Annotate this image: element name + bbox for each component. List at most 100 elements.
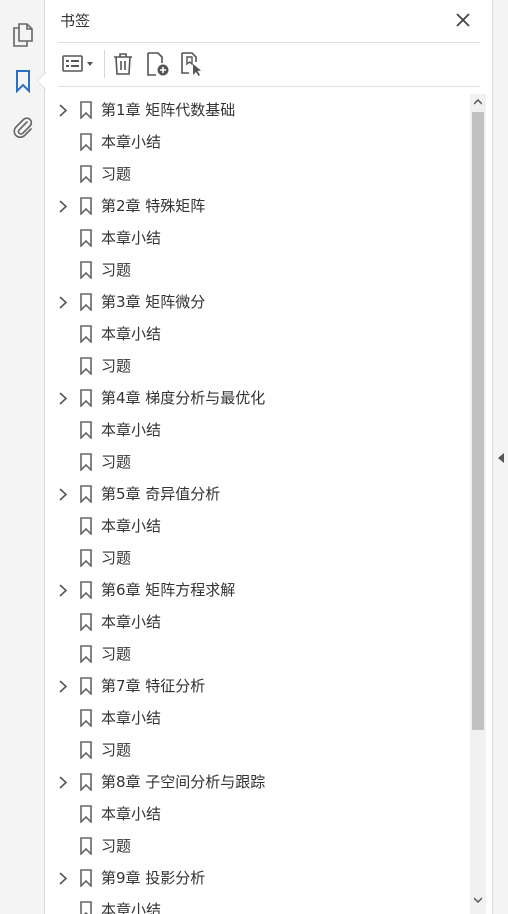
bookmark-icon bbox=[79, 197, 93, 216]
bookmark-icon bbox=[79, 133, 93, 152]
bookmark-icon bbox=[79, 101, 93, 120]
chevron-right-icon[interactable] bbox=[56, 198, 70, 214]
bookmark-label: 本章小结 bbox=[101, 901, 162, 914]
scroll-up-button[interactable] bbox=[470, 94, 486, 110]
close-icon bbox=[456, 13, 470, 27]
panel-title: 书签 bbox=[60, 12, 91, 30]
bookmark-icon bbox=[79, 709, 93, 728]
triangle-left-icon bbox=[498, 453, 504, 463]
bookmark-row[interactable]: 本章小结 bbox=[46, 414, 470, 446]
chevron-right-icon[interactable] bbox=[56, 102, 70, 118]
bookmark-icon bbox=[79, 389, 93, 408]
chevron-right-icon[interactable] bbox=[56, 774, 70, 790]
bookmark-label: 本章小结 bbox=[101, 133, 162, 151]
bookmark-row[interactable]: 习题 bbox=[46, 638, 470, 670]
delete-bookmark-button[interactable] bbox=[110, 49, 136, 79]
bookmark-from-selection-icon bbox=[181, 52, 201, 76]
chevron-right-icon[interactable] bbox=[56, 582, 70, 598]
new-bookmark-button[interactable] bbox=[144, 49, 172, 79]
bookmark-label: 第5章 奇异值分析 bbox=[101, 485, 221, 503]
bookmark-label: 本章小结 bbox=[101, 421, 162, 439]
bookmark-row[interactable]: 习题 bbox=[46, 446, 470, 478]
bookmark-label: 本章小结 bbox=[101, 709, 162, 727]
toolbar-divider bbox=[104, 50, 105, 78]
bookmark-row[interactable]: 本章小结 bbox=[46, 894, 470, 914]
bookmark-row[interactable]: 习题 bbox=[46, 830, 470, 862]
bookmark-row[interactable]: 第8章 子空间分析与跟踪 bbox=[46, 766, 470, 798]
bookmark-from-selection-button[interactable] bbox=[178, 49, 206, 79]
bookmark-label: 第8章 子空间分析与跟踪 bbox=[101, 773, 266, 791]
new-bookmark-icon bbox=[147, 52, 169, 76]
bookmark-icon bbox=[79, 869, 93, 888]
bookmark-label: 习题 bbox=[101, 837, 132, 855]
bookmarks-panel: 书签 第1章 矩阵代数基础 本章小结 习题 第2章 特殊矩阵 本章小结 习题 第… bbox=[46, 0, 492, 914]
bookmark-row[interactable]: 习题 bbox=[46, 350, 470, 382]
bookmark-row[interactable]: 本章小结 bbox=[46, 126, 470, 158]
scrollbar-thumb[interactable] bbox=[472, 112, 484, 730]
bookmark-row[interactable]: 第3章 矩阵微分 bbox=[46, 286, 470, 318]
bookmark-row[interactable]: 习题 bbox=[46, 254, 470, 286]
bookmark-icon bbox=[79, 261, 93, 280]
bookmark-row[interactable]: 本章小结 bbox=[46, 510, 470, 542]
bookmark-row[interactable]: 第7章 特征分析 bbox=[46, 670, 470, 702]
bookmark-list: 第1章 矩阵代数基础 本章小结 习题 第2章 特殊矩阵 本章小结 习题 第3章 矩阵微分 本章… bbox=[46, 94, 470, 914]
bookmark-icon bbox=[79, 485, 93, 504]
bookmark-row[interactable]: 第5章 奇异值分析 bbox=[46, 478, 470, 510]
bookmark-icon bbox=[79, 677, 93, 696]
pages-icon[interactable] bbox=[9, 21, 37, 49]
bookmark-row[interactable]: 本章小结 bbox=[46, 318, 470, 350]
bookmark-row[interactable]: 本章小结 bbox=[46, 702, 470, 734]
bookmark-icon bbox=[79, 453, 93, 472]
bookmark-label: 习题 bbox=[101, 453, 132, 471]
bookmark-label: 习题 bbox=[101, 261, 132, 279]
bookmark-row[interactable]: 本章小结 bbox=[46, 222, 470, 254]
bookmark-row[interactable]: 第9章 投影分析 bbox=[46, 862, 470, 894]
chevron-right-icon[interactable] bbox=[56, 678, 70, 694]
bookmark-row[interactable]: 习题 bbox=[46, 158, 470, 190]
bookmark-icon bbox=[79, 357, 93, 376]
bookmark-icon bbox=[79, 325, 93, 344]
scroll-down-button[interactable] bbox=[470, 892, 486, 908]
bookmark-row[interactable]: 习题 bbox=[46, 542, 470, 574]
bookmark-row[interactable]: 第6章 矩阵方程求解 bbox=[46, 574, 470, 606]
bookmark-label: 本章小结 bbox=[101, 517, 162, 535]
bookmark-label: 第9章 投影分析 bbox=[101, 869, 206, 887]
bookmark-label: 习题 bbox=[101, 549, 132, 567]
bookmark-label: 第7章 特征分析 bbox=[101, 677, 206, 695]
bookmark-icon bbox=[79, 421, 93, 440]
scrollbar[interactable] bbox=[470, 94, 486, 914]
bookmark-row[interactable]: 第2章 特殊矩阵 bbox=[46, 190, 470, 222]
bookmark-label: 本章小结 bbox=[101, 613, 162, 631]
attachment-icon[interactable] bbox=[9, 113, 37, 141]
bookmark-icon[interactable] bbox=[9, 67, 37, 95]
chevron-right-icon[interactable] bbox=[56, 486, 70, 502]
bookmark-row[interactable]: 本章小结 bbox=[46, 606, 470, 638]
collapse-panel-button[interactable] bbox=[496, 450, 506, 466]
bookmark-row[interactable]: 习题 bbox=[46, 734, 470, 766]
bookmark-label: 第2章 特殊矩阵 bbox=[101, 197, 206, 215]
bookmark-icon bbox=[79, 517, 93, 536]
bookmark-label: 第3章 矩阵微分 bbox=[101, 293, 206, 311]
tool-rail bbox=[0, 0, 45, 914]
bookmark-icon bbox=[79, 165, 93, 184]
bookmark-label: 第4章 梯度分析与最优化 bbox=[101, 389, 266, 407]
options-menu-button[interactable] bbox=[58, 49, 98, 79]
bookmark-icon bbox=[79, 645, 93, 664]
options-menu-icon bbox=[62, 55, 93, 72]
close-panel-button[interactable] bbox=[452, 9, 474, 31]
bookmark-label: 习题 bbox=[101, 165, 132, 183]
bookmark-row[interactable]: 本章小结 bbox=[46, 798, 470, 830]
active-pointer bbox=[38, 73, 46, 89]
chevron-right-icon[interactable] bbox=[56, 294, 70, 310]
delete-icon bbox=[114, 53, 132, 75]
bookmark-icon bbox=[79, 581, 93, 600]
chevron-right-icon[interactable] bbox=[56, 390, 70, 406]
bookmark-row[interactable]: 第4章 梯度分析与最优化 bbox=[46, 382, 470, 414]
bookmark-icon bbox=[79, 613, 93, 632]
right-collapse-strip bbox=[492, 0, 508, 914]
bookmark-label: 本章小结 bbox=[101, 805, 162, 823]
bookmark-icon bbox=[79, 901, 93, 914]
bookmark-row[interactable]: 第1章 矩阵代数基础 bbox=[46, 94, 470, 126]
chevron-right-icon[interactable] bbox=[56, 870, 70, 886]
bookmark-label: 习题 bbox=[101, 741, 132, 759]
